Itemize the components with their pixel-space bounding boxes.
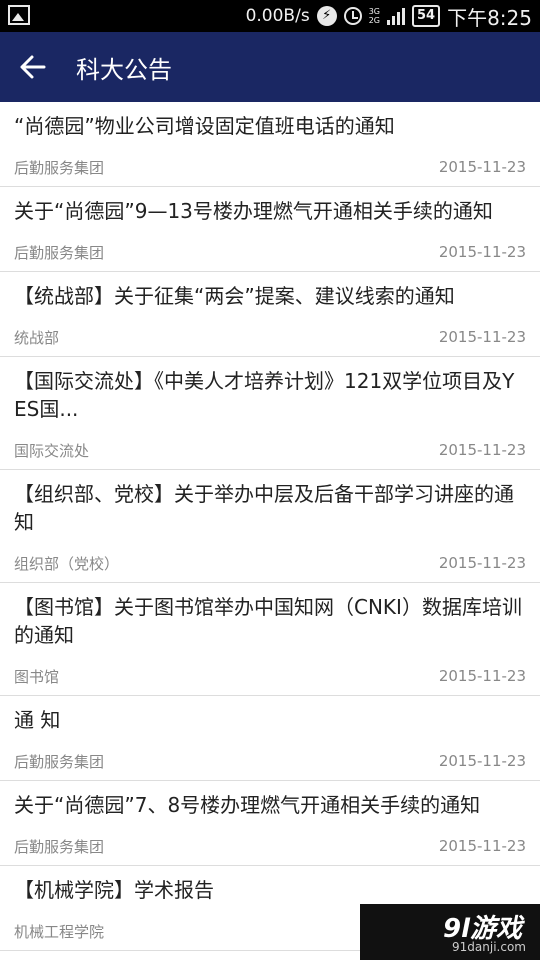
item-title: 通 知 [14,708,61,732]
item-date: 2015-11-23 [438,752,526,770]
item-date: 2015-11-23 [438,837,526,855]
network-speed: 0.00B/s [245,6,310,26]
item-date: 2015-11-23 [438,441,526,459]
item-source: 国际交流处 [14,441,90,460]
list-item[interactable]: 【国际交流处】《中美人才培养计划》121双学位项目及YES国... 国际交流处 … [0,357,540,470]
back-button[interactable] [18,52,50,82]
list-item[interactable]: “尚德园”物业公司增设固定值班电话的通知 后勤服务集团 2015-11-23 [0,102,540,187]
item-date: 2015-11-23 [438,243,526,261]
item-title: 关于“尚德园”7、8号楼办理燃气开通相关手续的通知 [14,793,481,817]
item-source: 后勤服务集团 [14,243,105,262]
item-source: 统战部 [14,328,60,347]
gallery-notification-icon [8,5,30,25]
item-title: 【统战部】关于征集“两会”提案、建议线索的通知 [14,284,455,308]
signal-icon [386,7,405,25]
item-title: 【组织部、党校】关于举办中层及后备干部学习讲座的通知 [14,482,514,534]
list-item[interactable]: 关于“尚德园”9—13号楼办理燃气开通相关手续的通知 后勤服务集团 2015-1… [0,187,540,272]
item-date: 2015-11-23 [438,667,526,685]
list-item[interactable]: 【组织部、党校】关于举办中层及后备干部学习讲座的通知 组织部（党校） 2015-… [0,470,540,583]
watermark-url: 91danji.com [452,940,526,954]
status-clock: 下午8:25 [447,5,532,30]
item-title: 【机械学院】学术报告 [14,878,214,902]
item-title: 【图书馆】关于图书馆举办中国知网（CNKI）数据库培训的通知 [14,595,522,647]
site-watermark: 9l游戏 91danji.com [360,904,540,960]
item-title: “尚德园”物业公司增设固定值班电话的通知 [14,114,395,138]
item-date: 2015-11-23 [438,554,526,572]
list-item[interactable]: 【统战部】关于征集“两会”提案、建议线索的通知 统战部 2015-11-23 [0,272,540,357]
item-date: 2015-11-23 [438,328,526,346]
lightning-icon: ⚡ [316,6,337,26]
list-item[interactable]: 通 知 后勤服务集团 2015-11-23 [0,696,540,781]
network-type-icon: 3G 2G [368,7,380,25]
battery-indicator: 54 [411,5,441,27]
back-arrow-icon [20,55,46,79]
announcement-list: “尚德园”物业公司增设固定值班电话的通知 后勤服务集团 2015-11-23 关… [0,102,540,951]
item-title: 【国际交流处】《中美人才培养计划》121双学位项目及YES国... [14,369,515,421]
alarm-clock-icon [343,7,362,25]
page-title: 科大公告 [76,56,172,84]
item-source: 机械工程学院 [14,922,105,941]
list-item[interactable]: 【图书馆】关于图书馆举办中国知网（CNKI）数据库培训的通知 图书馆 2015-… [0,583,540,696]
item-source: 后勤服务集团 [14,752,105,771]
item-source: 后勤服务集团 [14,837,105,856]
app-bar: 科大公告 [0,32,540,102]
item-title: 关于“尚德园”9—13号楼办理燃气开通相关手续的通知 [14,199,493,223]
status-bar: 0.00B/s ⚡ 3G 2G 54 下午8:25 [0,0,540,32]
item-source: 后勤服务集团 [14,158,105,177]
item-source: 组织部（党校） [14,554,120,573]
item-date: 2015-11-23 [438,158,526,176]
item-source: 图书馆 [14,667,60,686]
list-item[interactable]: 关于“尚德园”7、8号楼办理燃气开通相关手续的通知 后勤服务集团 2015-11… [0,781,540,866]
